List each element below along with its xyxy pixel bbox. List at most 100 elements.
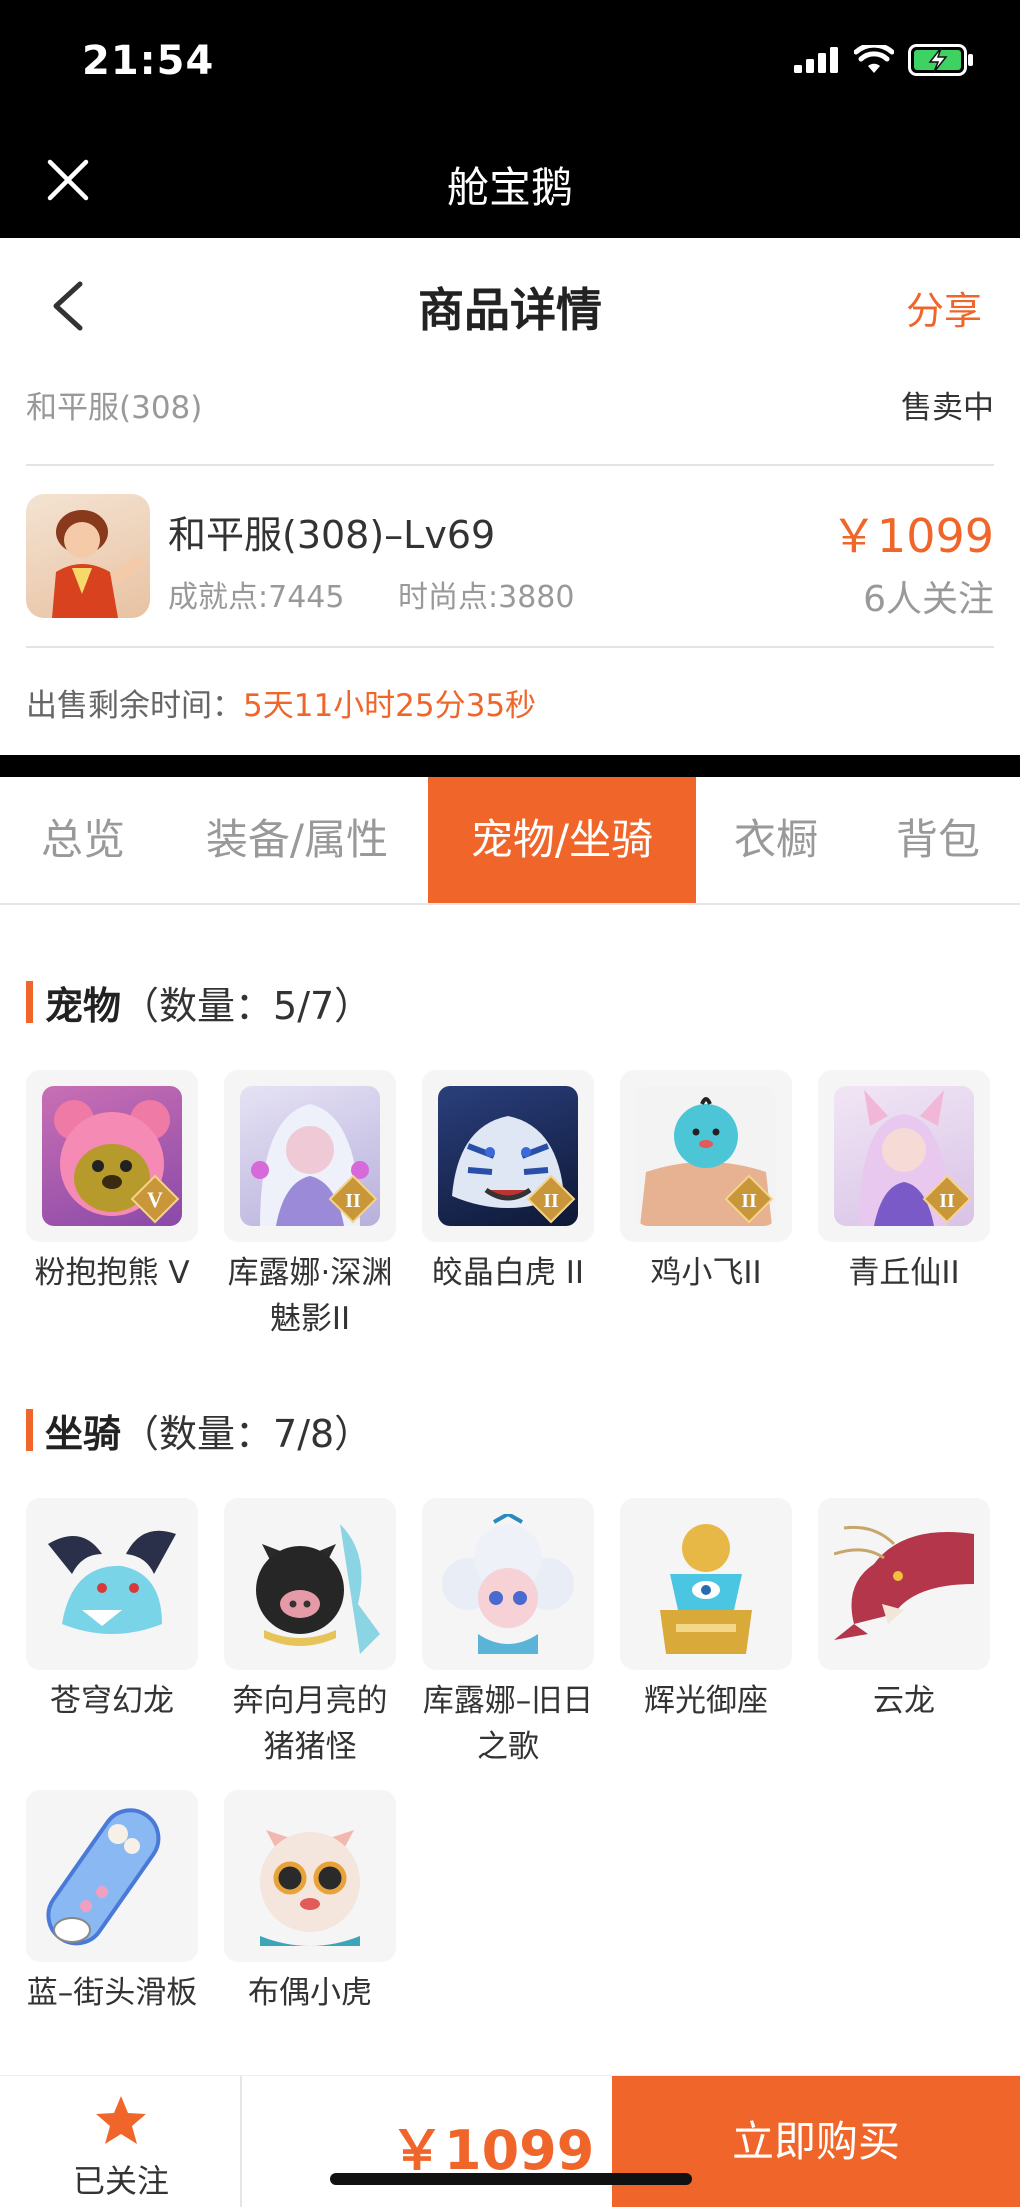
follow-button[interactable]: 已关注 (0, 2076, 242, 2207)
bottom-action-bar: 已关注 ￥1099 立即购买 (0, 2075, 1020, 2207)
pet-thumbnail: II (620, 1070, 792, 1242)
pets-count: （数量：5/7） (121, 983, 373, 1028)
sale-time-value: 5天11小时25分35秒 (243, 688, 537, 724)
pet-item[interactable]: V 粉抱抱熊 V (26, 1070, 198, 1296)
tab-equipment[interactable]: 装备/属性 (166, 777, 428, 903)
mount-thumbnail (620, 1498, 792, 1670)
svg-text:V: V (147, 1187, 163, 1212)
product-summary: 和平服(308)–Lv69 成就点:7445 时尚点:3880 ￥1099 6人… (26, 494, 994, 620)
sale-remaining-time: 出售剩余时间：5天11小时25分35秒 (26, 680, 536, 725)
divider (26, 646, 994, 648)
status-icons (794, 44, 974, 76)
section-accent-bar (26, 1409, 33, 1451)
mount-item[interactable]: 库露娜–旧日之歌 (422, 1498, 594, 1770)
mount-item[interactable]: 辉光御座 (620, 1498, 792, 1724)
fashion-points: 时尚点:3880 (398, 580, 575, 615)
app-top-bar: 21:54 舱宝鹅 (0, 0, 1020, 238)
home-indicator (330, 2173, 692, 2185)
buy-now-button[interactable]: 立即购买 (612, 2076, 1020, 2207)
mount-item[interactable]: 奔向月亮的猪猪怪 (224, 1498, 396, 1770)
tab-bar: 总览 装备/属性 宠物/坐骑 衣橱 背包 (0, 777, 1020, 905)
divider (26, 464, 994, 466)
tiger-doll-mount-icon (260, 1830, 360, 1946)
pets-section-title: 宠物 （数量：5/7） (26, 978, 372, 1028)
pet-thumbnail: V (26, 1070, 198, 1242)
mount-item[interactable]: 布偶小虎 (224, 1790, 396, 2016)
mounts-count: （数量：7/8） (121, 1411, 373, 1456)
status-time: 21:54 (82, 38, 215, 84)
star-icon (96, 2096, 146, 2144)
pet-item[interactable]: II 库露娜·深渊魅影II (224, 1070, 396, 1342)
cloud-girl-mount-icon (442, 1514, 574, 1654)
level-badge-icon: II (328, 1174, 378, 1224)
mount-name: 布偶小虎 (248, 1975, 372, 2011)
pet-thumbnail: II (224, 1070, 396, 1242)
mount-thumbnail (422, 1498, 594, 1670)
mounts-title: 坐骑 (45, 1411, 122, 1456)
pet-name: 青丘仙II (848, 1255, 960, 1291)
mount-thumbnail (26, 1790, 198, 1962)
svg-text:II: II (939, 1190, 955, 1212)
pet-thumbnail: II (422, 1070, 594, 1242)
mount-item[interactable]: 蓝–街头滑板 (26, 1790, 198, 2016)
app-title: 舱宝鹅 (446, 163, 573, 212)
wifi-icon (854, 45, 894, 73)
mount-name: 蓝–街头滑板 (26, 1975, 198, 2011)
pet-item[interactable]: II 皎晶白虎 II (422, 1070, 594, 1296)
throne-mount-icon (660, 1524, 752, 1654)
pet-thumbnail: II (818, 1070, 990, 1242)
signal-icon (794, 47, 838, 73)
level-badge-icon: II (724, 1174, 774, 1224)
mounts-section-title: 坐骑 （数量：7/8） (26, 1406, 372, 1456)
page-title: 商品详情 (418, 283, 602, 337)
mount-name: 辉光御座 (644, 1683, 768, 1719)
battery-charging-icon (908, 44, 973, 76)
skateboard-mount-icon (46, 1808, 161, 1946)
pet-name: 库露娜·深渊魅影II (227, 1255, 393, 1337)
pig-mount-icon (256, 1524, 380, 1654)
sale-status: 售卖中 (901, 390, 994, 426)
tab-overview[interactable]: 总览 (0, 777, 166, 903)
mount-name: 库露娜–旧日之歌 (422, 1683, 594, 1765)
pet-item[interactable]: II 鸡小飞II (620, 1070, 792, 1296)
mount-thumbnail (224, 1790, 396, 1962)
follower-count: 6人关注 (863, 579, 994, 620)
mount-name: 奔向月亮的猪猪怪 (232, 1683, 388, 1765)
svg-text:II: II (741, 1190, 757, 1212)
mount-thumbnail (26, 1498, 198, 1670)
level-badge-icon: II (526, 1174, 576, 1224)
mount-item[interactable]: 苍穹幻龙 (26, 1498, 198, 1724)
mount-thumbnail (818, 1498, 990, 1670)
pet-name: 鸡小飞II (650, 1255, 762, 1291)
level-badge-icon: V (130, 1174, 180, 1224)
cloud-dragon-mount-icon (834, 1525, 974, 1640)
tab-pets-mounts[interactable]: 宠物/坐骑 (428, 777, 696, 903)
mount-item[interactable]: 云龙 (818, 1498, 990, 1724)
tab-wardrobe[interactable]: 衣橱 (696, 777, 856, 903)
section-separator (0, 755, 1020, 777)
level-badge-icon: II (922, 1174, 972, 1224)
pets-title: 宠物 (45, 983, 122, 1028)
sale-time-label: 出售剩余时间： (26, 688, 243, 724)
product-price: ￥1099 (830, 509, 994, 563)
share-button[interactable]: 分享 (906, 280, 982, 335)
server-row: 和平服(308) 售卖中 (26, 378, 994, 438)
page-header: 商品详情 分享 (0, 238, 1020, 368)
character-portrait-icon (52, 510, 144, 618)
mount-name: 云龙 (873, 1683, 935, 1719)
achievement-points: 成就点:7445 (168, 580, 345, 615)
server-name: 和平服(308) (26, 390, 203, 426)
pet-name: 皎晶白虎 II (431, 1255, 585, 1291)
section-accent-bar (26, 981, 33, 1023)
tab-backpack[interactable]: 背包 (856, 777, 1020, 903)
dragon-mount-icon (48, 1530, 176, 1634)
pet-name: 粉抱抱熊 V (34, 1255, 190, 1291)
mount-name: 苍穹幻龙 (50, 1683, 174, 1719)
svg-text:II: II (543, 1190, 559, 1212)
svg-text:II: II (345, 1190, 361, 1212)
mount-thumbnail (224, 1498, 396, 1670)
product-name: 和平服(308)–Lv69 (168, 513, 496, 557)
character-avatar (26, 494, 150, 618)
follow-label: 已关注 (72, 2162, 169, 2200)
pet-item[interactable]: II 青丘仙II (818, 1070, 990, 1296)
